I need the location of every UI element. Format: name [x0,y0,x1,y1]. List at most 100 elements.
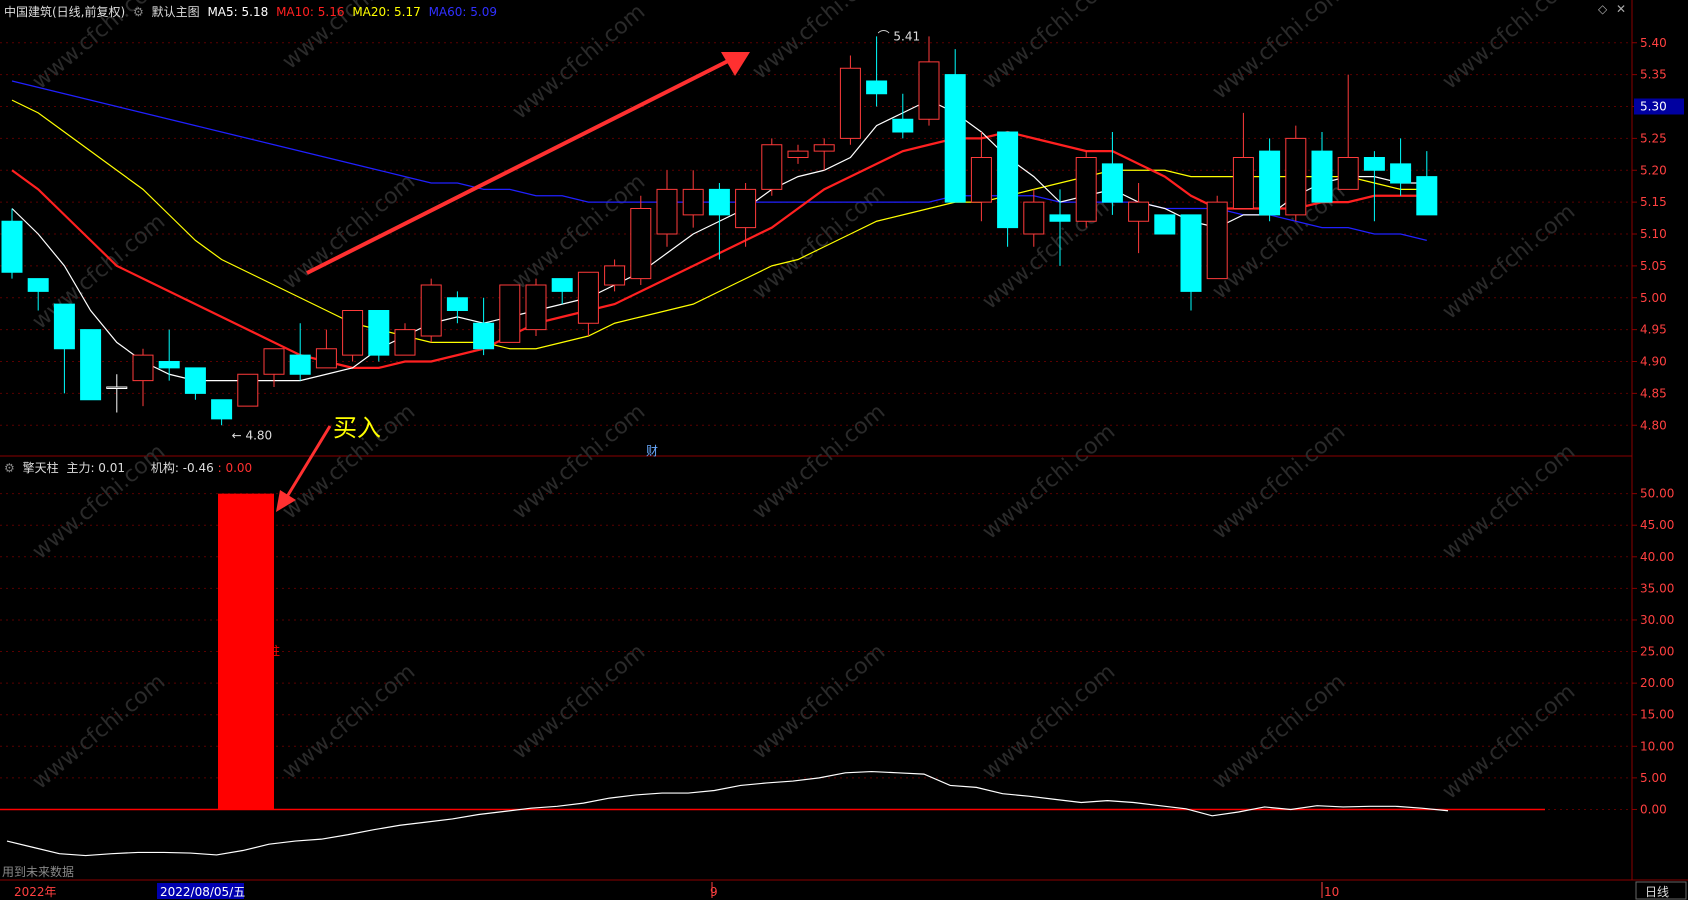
period-label: 日线 [1645,885,1669,899]
price-tick-label: 5.20 [1640,163,1667,177]
candle-body [1101,163,1123,203]
watermark-text: www.cfchi.com [508,0,650,125]
candle-body [1416,176,1438,216]
watermark-text: www.cfchi.com [508,639,650,764]
price-tick-label: 5.35 [1640,68,1667,82]
indicator-tick-label: 20.00 [1640,676,1674,690]
candle-body [787,150,809,158]
indicator-tick-label: 40.00 [1640,550,1674,564]
indicator-name[interactable]: 擎天柱 [23,461,59,475]
candle-body [1154,214,1176,235]
candle-body [211,399,233,420]
watermark-text: www.cfchi.com [278,169,420,294]
candle-body [106,386,128,389]
template-name[interactable]: 默认主图 [152,5,200,19]
price-tick-label: 5.05 [1640,259,1667,273]
indicator-tick-label: 30.00 [1640,613,1674,627]
low-marker: ← 4.80 [232,428,273,442]
indicator-tick-label: 35.00 [1640,581,1674,595]
chart-canvas[interactable]: 5.40 5.35 5.30 5.25 5.20 5.15 5.10 5.05 5.00 4.95… [0,0,1688,900]
future-data-warning: 用到未来数据 [2,864,74,879]
indicator-tick-label: 25.00 [1640,645,1674,659]
candle-body [1259,150,1281,216]
watermark-text: www.cfchi.com [1208,419,1350,544]
indicator-tick-label: 5.00 [1640,771,1667,785]
watermark-text: www.cfchi.com [1208,0,1350,105]
price-tick-label: 4.95 [1640,323,1667,337]
indicator-header: ⚙ 擎天柱 主力: 0.01 机构: -0.46 : 0.00 [4,459,256,476]
candle-body [656,188,678,235]
watermark-text: www.cfchi.com [508,399,650,524]
watermark-text: www.cfchi.com [1438,199,1580,324]
price-tick-label: 5.25 [1640,131,1667,145]
candle-body [1023,201,1045,235]
watermark-text: www.cfchi.com [748,639,890,764]
candle-body [342,310,364,356]
candle-body [394,329,416,356]
buy-signal-bar [218,493,274,810]
indicator-tick-label: 45.00 [1640,518,1674,532]
candle-body [158,361,180,369]
candle-body [813,144,835,152]
candle-body [866,80,888,95]
candle-body [630,208,652,280]
diamond-icon[interactable]: ◇ [1598,2,1607,16]
year-label: 2022年 [14,885,57,899]
ma60-legend: MA60: 5.09 [428,5,497,19]
price-tick-label: 4.90 [1640,355,1667,369]
candle-body [1337,157,1359,190]
settings-icon[interactable]: ⚙ [4,461,15,475]
candle-body [1206,201,1228,280]
watermark-text: www.cfchi.com [1208,669,1350,794]
candle-body [53,303,75,350]
watermark-text: www.cfchi.com [28,209,170,334]
watermark-text: www.cfchi.com [978,659,1120,784]
candle-body [368,310,390,356]
candle-body [997,131,1019,229]
candle-body [1049,214,1071,222]
candle-body [289,354,311,375]
close-icon[interactable]: ✕ [1616,2,1626,16]
pillar-label: 柱 [268,643,280,658]
institution-value: 机构: -0.46 [150,461,214,475]
month-label-9: 9 [710,885,718,899]
candle-body [551,278,573,292]
price-tick-label: 4.80 [1640,418,1667,432]
candle-body [27,278,49,292]
candle-body [944,74,966,203]
watermark-text: www.cfchi.com [748,179,890,304]
candle-body [892,118,914,133]
candle-body [1,220,23,273]
stock-title[interactable]: 中国建筑(日线,前复权) [4,5,125,19]
candle-body [1285,137,1307,216]
candle-body [1363,157,1385,171]
watermark-text: www.cfchi.com [748,399,890,524]
candle-body [315,348,337,369]
candle-body [604,265,626,286]
candle-body [1180,214,1202,292]
price-tick-label: 5.10 [1640,227,1667,241]
indicator-tick-label: 50.00 [1640,487,1674,501]
candle-body [132,354,154,382]
candle-body [761,144,783,190]
candle-body [1128,201,1150,222]
watermark-text: www.cfchi.com [278,659,420,784]
price-tick-label: 5.40 [1640,36,1667,50]
ma20-legend: MA20: 5.17 [352,5,421,19]
finance-marker: 财 [646,444,658,458]
candle-body [473,322,495,350]
extra-value: : 0.00 [217,461,253,475]
price-tick-label: 5.00 [1640,291,1667,305]
candle-body [263,348,285,375]
candle-body [839,67,861,139]
candle-body [499,284,521,343]
candle-body [970,157,992,203]
candle-body [1390,163,1412,184]
candle-body [446,297,468,311]
watermark-text: www.cfchi.com [978,419,1120,544]
candle-body [918,61,940,120]
ma5-legend: MA5: 5.18 [207,5,269,19]
watermark-text: www.cfchi.com [1438,0,1580,95]
current-price-label: 5.30 [1640,100,1667,114]
settings-icon[interactable]: ⚙ [133,5,144,19]
